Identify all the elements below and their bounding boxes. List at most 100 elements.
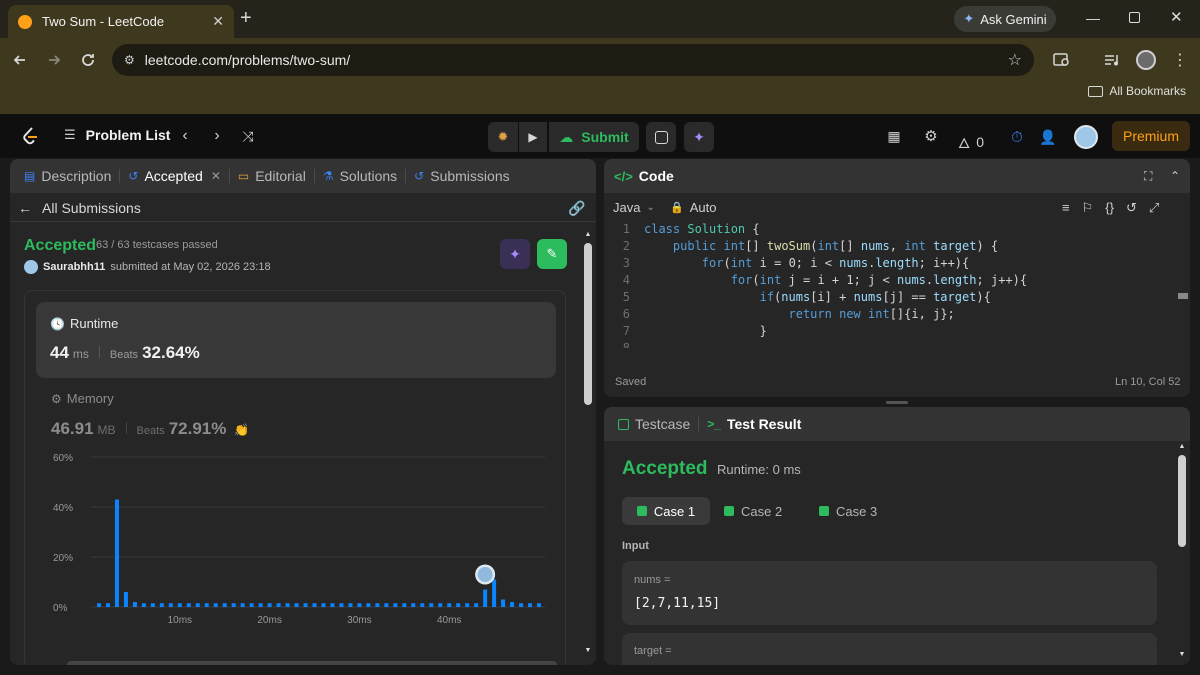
runtime-bar[interactable] <box>240 603 245 607</box>
prev-problem-icon[interactable]: ‹ <box>176 126 194 146</box>
browser-tab[interactable]: Two Sum - LeetCode ✕ <box>8 5 234 38</box>
tab-description[interactable]: ▤ Description <box>16 159 119 193</box>
runtime-card[interactable]: 🕓 Runtime 44 ms Beats 32.64% <box>36 302 556 378</box>
runtime-bar[interactable] <box>375 603 380 607</box>
runtime-bar[interactable] <box>366 603 371 607</box>
streak-counter[interactable]: 🜂 0 <box>958 127 984 156</box>
browser-menu-icon[interactable]: ⋮ <box>1166 46 1194 74</box>
scroll-down-arrow[interactable]: ▼ <box>1178 651 1186 658</box>
code-line[interactable]: 1 class Solution { <box>612 221 1190 238</box>
runtime-bar[interactable] <box>195 603 200 607</box>
reload-button[interactable] <box>74 46 102 74</box>
settings-gear-icon[interactable]: ⚙ <box>921 126 941 146</box>
run-button[interactable]: ▶ <box>519 122 547 152</box>
tab-solutions[interactable]: ⚗ Solutions <box>315 159 405 193</box>
back-button[interactable] <box>6 46 34 74</box>
runtime-bar[interactable] <box>483 589 488 608</box>
case-tab-2[interactable]: Case 2 <box>724 497 782 525</box>
case-tab-3[interactable]: Case 3 <box>819 497 877 525</box>
runtime-bar[interactable] <box>267 603 272 607</box>
runtime-bar[interactable] <box>258 603 263 607</box>
runtime-bar[interactable] <box>186 603 191 607</box>
runtime-bar[interactable] <box>105 603 110 607</box>
runtime-bar[interactable] <box>249 603 254 607</box>
runtime-bar[interactable] <box>393 603 398 607</box>
runtime-bar[interactable] <box>330 603 335 607</box>
runtime-bar[interactable] <box>168 603 173 607</box>
user-avatar-small[interactable] <box>24 260 38 274</box>
code-line[interactable]: 8 <box>612 340 1190 348</box>
code-line[interactable]: 6 return new int[]{i, j}; <box>612 306 1190 323</box>
runtime-bar[interactable] <box>97 603 101 607</box>
your-submission-marker[interactable] <box>475 564 496 585</box>
nums-input-box[interactable]: nums = [2,7,11,15] <box>622 561 1157 625</box>
address-bar[interactable]: ⚙ leetcode.com/problems/two-sum/ ☆ <box>112 44 1034 76</box>
runtime-bar[interactable] <box>492 579 497 608</box>
minimize-window-button[interactable]: — <box>1086 10 1100 26</box>
tab-editorial[interactable]: ▭ Editorial <box>230 159 314 193</box>
forward-button[interactable] <box>40 46 68 74</box>
runtime-bar[interactable] <box>213 603 218 607</box>
collapse-icon[interactable]: ⌃ <box>1170 169 1180 183</box>
tab-testcase[interactable]: Testcase <box>610 407 698 441</box>
left-panel-scrollbar[interactable]: ▲ ▼ <box>584 231 592 655</box>
format-icon[interactable]: ≡ <box>1062 200 1070 216</box>
profile-avatar[interactable] <box>1132 46 1160 74</box>
shuffle-icon[interactable]: ⤨ <box>238 126 258 146</box>
media-control-icon[interactable] <box>1098 46 1126 74</box>
runtime-bar[interactable] <box>420 603 425 607</box>
runtime-bar[interactable] <box>303 603 308 607</box>
runtime-bar[interactable] <box>456 603 461 607</box>
analyze-ai-button[interactable]: ✦ <box>500 239 530 269</box>
lens-search-icon[interactable] <box>1048 46 1076 74</box>
auto-mode[interactable]: 🔒 Auto <box>670 200 716 215</box>
scroll-thumb[interactable] <box>584 243 592 405</box>
runtime-bar[interactable] <box>294 603 299 607</box>
runtime-bar[interactable] <box>519 603 524 607</box>
tab-submissions[interactable]: ↺ Submissions <box>406 159 517 193</box>
next-problem-icon[interactable]: › <box>208 126 226 146</box>
runtime-bar[interactable] <box>528 603 533 607</box>
runtime-bar[interactable] <box>348 603 353 607</box>
runtime-bar[interactable] <box>429 603 434 607</box>
close-tab-accepted-icon[interactable]: ✕ <box>211 169 221 183</box>
braces-icon[interactable]: {} <box>1105 200 1114 216</box>
runtime-bar[interactable] <box>141 603 146 607</box>
premium-button[interactable]: Premium <box>1112 121 1190 151</box>
all-bookmarks[interactable]: All Bookmarks <box>1088 84 1186 98</box>
debug-button[interactable]: ✹ <box>488 122 518 152</box>
timer-icon[interactable]: ⏱ <box>1006 126 1028 148</box>
submit-button[interactable]: ☁ Submit <box>549 122 639 152</box>
runtime-bar[interactable] <box>537 603 541 607</box>
code-line[interactable]: 3 for(int i = 0; i < nums.length; i++){ <box>612 255 1190 272</box>
runtime-bar[interactable] <box>222 603 227 607</box>
runtime-bar[interactable] <box>150 603 155 607</box>
runtime-bar[interactable] <box>231 603 236 607</box>
runtime-bar[interactable] <box>411 603 416 607</box>
scroll-down-arrow[interactable]: ▼ <box>584 647 592 655</box>
memory-header[interactable]: ⚙ Memory <box>51 391 114 406</box>
runtime-bar[interactable] <box>114 499 119 608</box>
scroll-up-arrow[interactable]: ▲ <box>584 231 592 239</box>
runtime-bar[interactable] <box>285 603 290 607</box>
close-window-button[interactable]: ✕ <box>1170 8 1183 26</box>
bookmark-icon[interactable]: ⚐ <box>1082 200 1094 216</box>
result-panel-scrollbar[interactable]: ▲ ▼ <box>1178 443 1186 661</box>
tab-test-result[interactable]: >_ Test Result <box>699 407 809 441</box>
tab-accepted[interactable]: ↺ Accepted ✕ <box>120 159 229 193</box>
runtime-bar[interactable] <box>276 603 281 607</box>
notes-button[interactable] <box>646 122 676 152</box>
runtime-bar[interactable] <box>123 592 128 607</box>
code-line[interactable]: 7 } <box>612 323 1190 340</box>
edit-code-button[interactable]: ✎ <box>537 239 567 269</box>
new-tab-button[interactable]: + <box>240 7 252 30</box>
panel-resize-handle[interactable] <box>886 401 908 404</box>
runtime-bar[interactable] <box>438 603 443 607</box>
runtime-bar[interactable] <box>402 603 407 607</box>
problem-list-button[interactable]: ☰ Problem List <box>64 127 170 143</box>
runtime-bar[interactable] <box>474 603 479 607</box>
code-line[interactable]: 2 public int[] twoSum(int[] nums, int ta… <box>612 238 1190 255</box>
add-collaborator-icon[interactable]: 👤 <box>1037 126 1059 148</box>
runtime-bar[interactable] <box>384 603 389 607</box>
runtime-bar[interactable] <box>312 603 317 607</box>
